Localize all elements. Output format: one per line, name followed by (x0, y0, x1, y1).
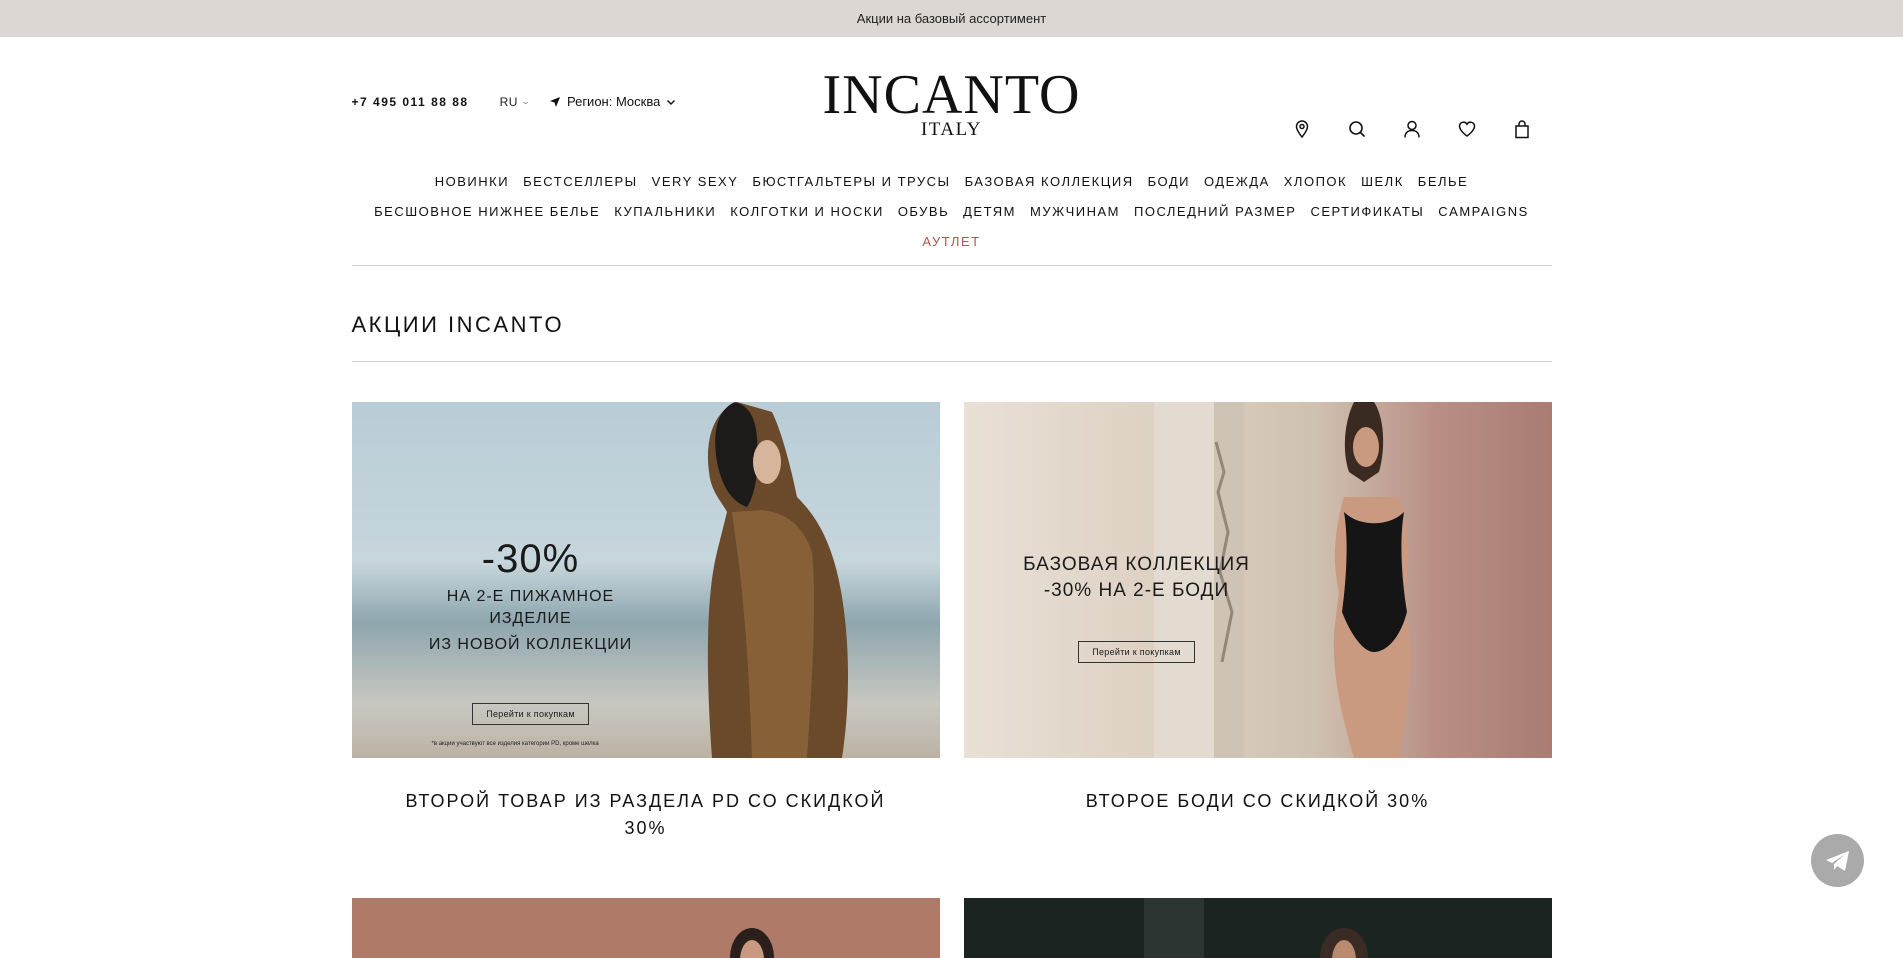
shop-now-button[interactable]: Перейти к покупкам (1078, 641, 1195, 663)
model-figure-image (1143, 898, 1368, 958)
title-divider (351, 361, 1552, 362)
language-selector[interactable]: RU ⌄ (499, 94, 532, 109)
nav-item-silk[interactable]: ШЕЛК (1361, 167, 1404, 197)
header-left: +7 495 011 88 88 RU ⌄ Регион: Москва (352, 94, 677, 109)
nav-item-clothing[interactable]: ОДЕЖДА (1204, 167, 1270, 197)
main-nav: НОВИНКИ БЕСТСЕЛЛЕРЫ VERY SEXY БЮСТГАЛЬТЕ… (352, 167, 1552, 257)
heart-icon[interactable] (1457, 119, 1477, 139)
page-title: АКЦИИ INCANTO (351, 312, 565, 337)
shop-now-button[interactable]: Перейти к покупкам (472, 703, 589, 725)
promo-card[interactable]: -30% НА 2-Е ПИЖАМНОЕ ИЗДЕЛИЕ ИЗ НОВОЙ КО… (351, 402, 940, 842)
nav-row-3: АУТЛЕТ (352, 227, 1552, 257)
nav-item-very-sexy[interactable]: VERY SEXY (652, 167, 739, 197)
region-label: Регион: Москва (566, 94, 661, 109)
nav-item-outlet[interactable]: АУТЛЕТ (922, 227, 980, 257)
nav-item-campaigns[interactable]: CAMPAIGNS (1438, 197, 1529, 227)
nav-item-lingerie[interactable]: БЕЛЬЕ (1418, 167, 1468, 197)
nav-item-certificates[interactable]: СЕРТИФИКАТЫ (1310, 197, 1424, 227)
nav-item-bras-panties[interactable]: БЮСТГАЛЬТЕРЫ И ТРУСЫ (752, 167, 950, 197)
phone-link[interactable]: +7 495 011 88 88 (352, 95, 469, 109)
telegram-icon (1825, 850, 1849, 871)
model-figure-image (707, 402, 848, 758)
nav-row-1: НОВИНКИ БЕСТСЕЛЛЕРЫ VERY SEXY БЮСТГАЛЬТЕ… (352, 167, 1552, 197)
promo-caption[interactable]: ВТОРОЙ ТОВАР ИЗ РАЗДЕЛА PD СО СКИДКОЙ 30… (352, 788, 940, 842)
site-header: +7 495 011 88 88 RU ⌄ Регион: Москва INC… (352, 37, 1552, 167)
promo-banner-text: -30% НА 2-Е ПИЖАМНОЕ ИЗДЕЛИЕ ИЗ НОВОЙ КО… (406, 537, 656, 725)
nav-item-swimwear[interactable]: КУПАЛЬНИКИ (614, 197, 716, 227)
nav-row-2: БЕСШОВНОЕ НИЖНЕЕ БЕЛЬЕ КУПАЛЬНИКИ КОЛГОТ… (352, 197, 1552, 227)
promo-caption[interactable]: ВТОРОЕ БОДИ СО СКИДКОЙ 30% (964, 788, 1552, 815)
promo-grid-row-2 (351, 898, 1552, 958)
nav-item-novinki[interactable]: НОВИНКИ (435, 167, 509, 197)
nav-item-shoes[interactable]: ОБУВЬ (898, 197, 949, 227)
promo-banner-4[interactable] (963, 898, 1552, 958)
nav-item-hosiery[interactable]: КОЛГОТКИ И НОСКИ (730, 197, 884, 227)
promo-banner-pajamas[interactable]: -30% НА 2-Е ПИЖАМНОЕ ИЗДЕЛИЕ ИЗ НОВОЙ КО… (351, 402, 940, 758)
nav-item-seamless[interactable]: БЕСШОВНОЕ НИЖНЕЕ БЕЛЬЕ (374, 197, 600, 227)
nav-item-cotton[interactable]: ХЛОПОК (1284, 167, 1347, 197)
search-icon[interactable] (1347, 119, 1367, 139)
nav-item-last-size[interactable]: ПОСЛЕДНИЙ РАЗМЕР (1134, 197, 1296, 227)
map-pin-icon[interactable] (1292, 119, 1312, 139)
model-figure-image (1333, 402, 1410, 758)
telegram-chat-button[interactable] (1811, 834, 1864, 887)
language-label: RU (499, 94, 518, 109)
promo-line-1: НА 2-Е ПИЖАМНОЕ ИЗДЕЛИЕ (446, 588, 615, 627)
promo-banner-text: БАЗОВАЯ КОЛЛЕКЦИЯ -30% НА 2-Е БОДИ Перей… (1012, 552, 1262, 663)
nav-item-bestsellers[interactable]: БЕСТСЕЛЛЕРЫ (523, 167, 638, 197)
nav-item-kids[interactable]: ДЕТЯМ (963, 197, 1016, 227)
promo-banner-bodysuit[interactable]: БАЗОВАЯ КОЛЛЕКЦИЯ -30% НА 2-Е БОДИ Перей… (963, 402, 1552, 758)
promo-grid: -30% НА 2-Е ПИЖАМНОЕ ИЗДЕЛИЕ ИЗ НОВОЙ КО… (351, 402, 1552, 842)
promo-line-2: ИЗ НОВОЙ КОЛЛЕКЦИИ (428, 636, 633, 653)
promo-topbar[interactable]: Акции на базовый ассортимент (0, 0, 1903, 37)
promo-card[interactable]: БАЗОВАЯ КОЛЛЕКЦИЯ -30% НА 2-Е БОДИ Перей… (963, 402, 1552, 842)
promo-line-1: БАЗОВАЯ КОЛЛЕКЦИЯ (1023, 554, 1250, 575)
nav-divider (351, 265, 1552, 266)
promo-discount: -30% (481, 537, 580, 581)
header-icons (1292, 119, 1532, 139)
promo-footnote: *в акции участвуют все изделия категории… (431, 741, 599, 747)
chevron-down-icon: ⌄ (520, 96, 532, 106)
nav-item-men[interactable]: МУЖЧИНАМ (1030, 197, 1120, 227)
promo-banner-3[interactable] (351, 898, 940, 958)
model-figure-image (729, 928, 774, 958)
region-selector[interactable]: Регион: Москва (549, 94, 676, 109)
user-icon[interactable] (1402, 119, 1422, 139)
site-logo[interactable]: INCANTO ITALY (823, 67, 1081, 139)
chevron-down-icon (667, 99, 676, 105)
nav-item-bodysuits[interactable]: БОДИ (1148, 167, 1190, 197)
logo-main: INCANTO (822, 64, 1081, 126)
bag-icon[interactable] (1512, 119, 1532, 139)
nav-item-basic-collection[interactable]: БАЗОВАЯ КОЛЛЕКЦИЯ (965, 167, 1134, 197)
location-arrow-icon (549, 96, 560, 107)
promo-topbar-text[interactable]: Акции на базовый ассортимент (857, 11, 1046, 26)
promo-line-2: -30% НА 2-Е БОДИ (1043, 580, 1230, 601)
